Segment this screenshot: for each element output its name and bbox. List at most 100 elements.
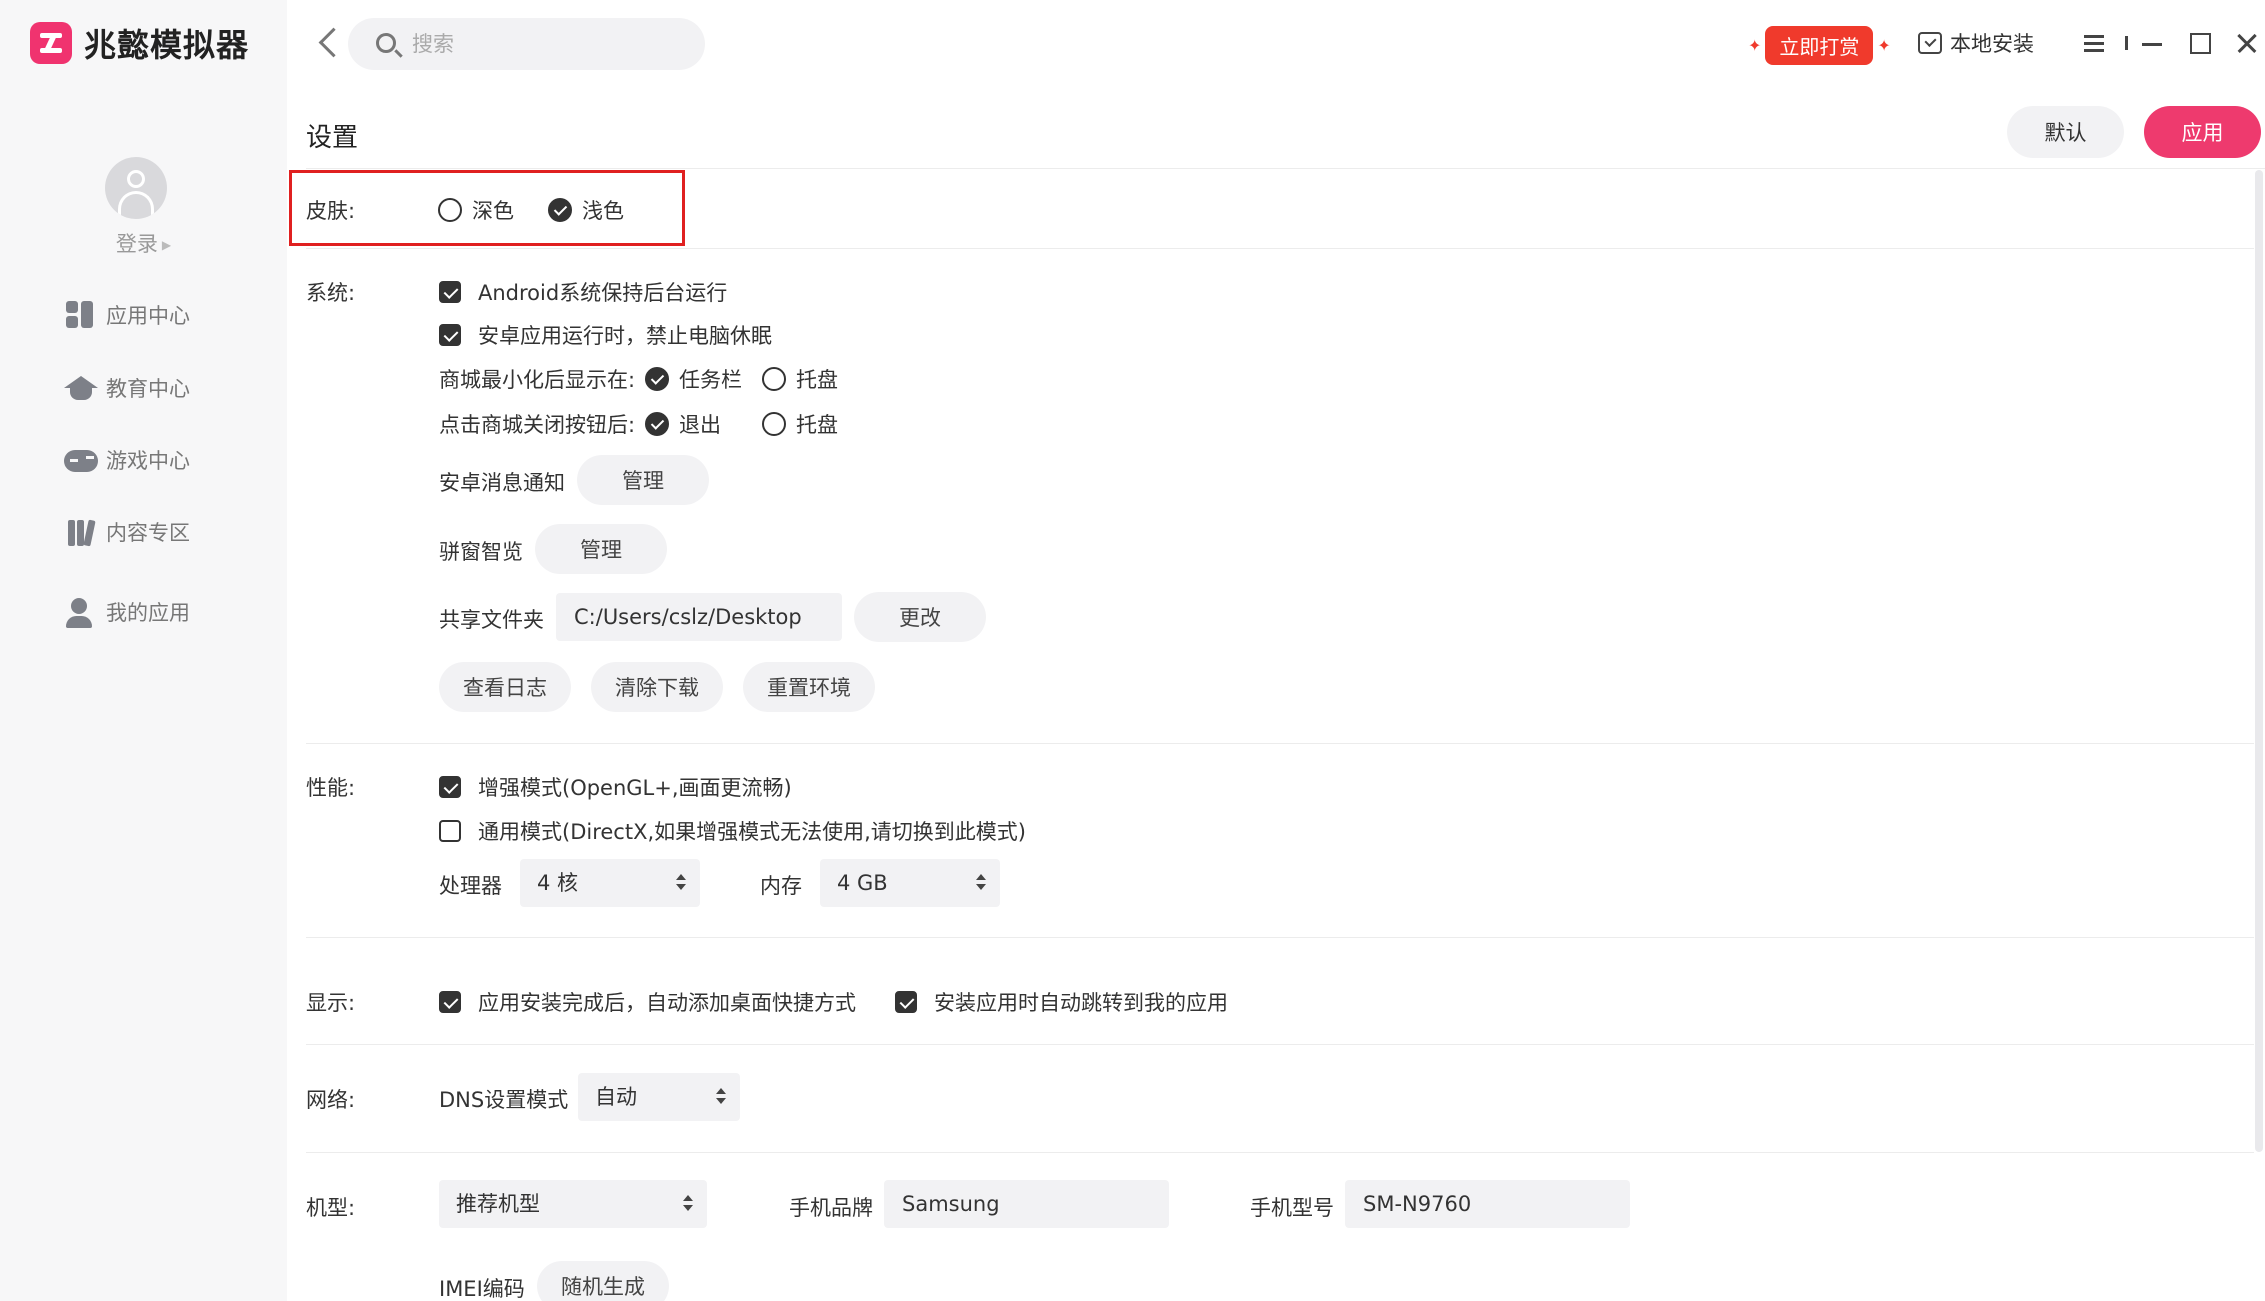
device-model-select[interactable]: 推荐机型 xyxy=(439,1180,707,1228)
avatar[interactable] xyxy=(105,157,167,219)
radio-indicator xyxy=(762,367,786,391)
memory-select[interactable]: 4 GB xyxy=(820,859,1000,907)
checkbox-label: 通用模式(DirectX,如果增强模式无法使用,请切换到此模式) xyxy=(478,820,1026,844)
radio-indicator xyxy=(762,412,786,436)
auto-jump-checkbox[interactable]: 安装应用时自动跳转到我的应用 xyxy=(895,987,1228,1017)
minimize-to-label: 商城最小化后显示在: xyxy=(439,368,636,392)
brand-field[interactable]: Samsung xyxy=(884,1180,1169,1228)
memory-value: 4 GB xyxy=(837,871,888,895)
back-button[interactable] xyxy=(317,26,339,62)
checkbox-indicator xyxy=(439,776,461,798)
sort-arrows-icon xyxy=(683,1195,693,1213)
login-link[interactable]: 登录 ▶ xyxy=(0,228,287,258)
view-log-button[interactable]: 查看日志 xyxy=(439,662,571,712)
radio-indicator xyxy=(645,367,669,391)
scrollbar[interactable] xyxy=(2255,170,2263,1152)
dns-value: 自动 xyxy=(595,1085,637,1109)
auto-shortcut-checkbox[interactable]: 应用安装完成后，自动添加桌面快捷方式 xyxy=(439,987,856,1017)
sidebar-item-label: 我的应用 xyxy=(106,601,190,625)
education-icon xyxy=(64,372,98,404)
search-icon xyxy=(376,33,396,53)
general-mode-checkbox[interactable]: 通用模式(DirectX,如果增强模式无法使用,请切换到此模式) xyxy=(439,816,1026,846)
app-center-icon xyxy=(64,299,96,331)
user-apps-icon xyxy=(64,596,96,628)
sidebar-item-label: 应用中心 xyxy=(106,304,190,328)
checkbox-label: 应用安装完成后，自动添加桌面快捷方式 xyxy=(478,991,856,1015)
smart-window-label: 骈窗智览 xyxy=(439,540,523,564)
maximize-icon[interactable] xyxy=(2182,26,2216,60)
network-label: 网络: xyxy=(306,1088,356,1112)
keep-background-checkbox[interactable]: Android系统保持后台运行 xyxy=(439,277,727,307)
caret-right-icon: ▶ xyxy=(161,238,172,252)
gamepad-icon xyxy=(64,444,98,476)
sidebar-item-education[interactable]: 教育中心 xyxy=(64,368,190,408)
section-divider xyxy=(306,1044,2254,1045)
reward-label: 立即打赏 xyxy=(1765,25,1874,65)
minimize-tray-radio[interactable]: 托盘 xyxy=(762,364,838,394)
checkbox-indicator xyxy=(439,281,461,303)
books-icon xyxy=(64,516,96,548)
model-field[interactable]: SM-N9760 xyxy=(1345,1180,1630,1228)
sidebar-item-label: 教育中心 xyxy=(106,377,190,401)
apply-button[interactable]: 应用 xyxy=(2144,106,2261,158)
reward-button[interactable]: ✦ 立即打赏 ✦ xyxy=(1748,24,1891,66)
display-label: 显示: xyxy=(306,991,356,1015)
search-input[interactable] xyxy=(412,18,682,70)
close-icon[interactable] xyxy=(2230,26,2264,60)
minimize-taskbar-radio[interactable]: 任务栏 xyxy=(645,364,742,394)
brand-label: 手机品牌 xyxy=(789,1196,873,1220)
menu-icon[interactable] xyxy=(2078,26,2112,60)
model-label: 手机型号 xyxy=(1250,1196,1334,1220)
highlight-box xyxy=(289,170,685,246)
prevent-sleep-checkbox[interactable]: 安卓应用运行时，禁止电脑休眠 xyxy=(439,320,772,350)
sidebar-item-my-apps[interactable]: 我的应用 xyxy=(64,592,190,632)
close-exit-radio[interactable]: 退出 xyxy=(645,409,721,439)
section-divider xyxy=(306,937,2254,938)
radio-label: 任务栏 xyxy=(679,368,742,392)
radio-label: 退出 xyxy=(679,413,721,437)
device-label: 机型: xyxy=(306,1196,356,1220)
cpu-select[interactable]: 4 核 xyxy=(520,859,700,907)
random-generate-button[interactable]: 随机生成 xyxy=(537,1261,669,1301)
shared-folder-label: 共享文件夹 xyxy=(439,608,544,632)
section-divider xyxy=(306,248,2254,249)
minimize-icon[interactable] xyxy=(2135,26,2169,60)
radio-label: 托盘 xyxy=(796,368,838,392)
page-title: 设置 xyxy=(306,123,359,153)
device-model-value: 推荐机型 xyxy=(456,1192,540,1216)
checkbox-indicator xyxy=(439,991,461,1013)
sidebar-item-label: 游戏中心 xyxy=(106,449,190,473)
enhanced-mode-checkbox[interactable]: 增强模式(OpenGL+,画面更流畅) xyxy=(439,772,792,802)
shared-folder-path[interactable]: C:/Users/cslz/Desktop xyxy=(556,593,842,641)
header-divider xyxy=(306,168,2265,169)
smart-window-manage-button[interactable]: 管理 xyxy=(535,524,667,574)
sparkle-icon: ✦ xyxy=(1748,35,1762,55)
sort-arrows-icon xyxy=(976,874,986,892)
dns-select[interactable]: 自动 xyxy=(578,1073,740,1121)
imei-label: IMEI编码 xyxy=(439,1277,525,1301)
sidebar-item-app-center[interactable]: 应用中心 xyxy=(64,295,190,335)
change-folder-button[interactable]: 更改 xyxy=(854,592,986,642)
checkbox-indicator xyxy=(439,324,461,346)
sort-arrows-icon xyxy=(676,874,686,892)
cpu-value: 4 核 xyxy=(537,871,579,895)
close-tray-radio[interactable]: 托盘 xyxy=(762,409,838,439)
sidebar-item-games[interactable]: 游戏中心 xyxy=(64,440,190,480)
sidebar-item-label: 内容专区 xyxy=(106,521,190,545)
performance-label: 性能: xyxy=(306,776,356,800)
sidebar-item-content[interactable]: 内容专区 xyxy=(64,512,190,552)
logo-icon xyxy=(30,22,72,64)
notification-manage-button[interactable]: 管理 xyxy=(577,455,709,505)
search-box[interactable] xyxy=(348,18,705,70)
cpu-label: 处理器 xyxy=(439,874,502,898)
reset-env-button[interactable]: 重置环境 xyxy=(743,662,875,712)
sidebar: 兆懿模拟器 登录 ▶ 应用中心 教育中心 游戏中心 内容专区 我的应用 xyxy=(0,0,287,1301)
local-install-button[interactable]: 本地安装 xyxy=(1918,28,2034,58)
checkbox-indicator xyxy=(439,820,461,842)
checkbox-indicator xyxy=(895,991,917,1013)
default-button[interactable]: 默认 xyxy=(2007,106,2124,158)
local-install-label: 本地安装 xyxy=(1950,32,2034,56)
sort-arrows-icon xyxy=(716,1088,726,1106)
login-label: 登录 xyxy=(115,232,158,256)
clear-download-button[interactable]: 清除下载 xyxy=(591,662,723,712)
